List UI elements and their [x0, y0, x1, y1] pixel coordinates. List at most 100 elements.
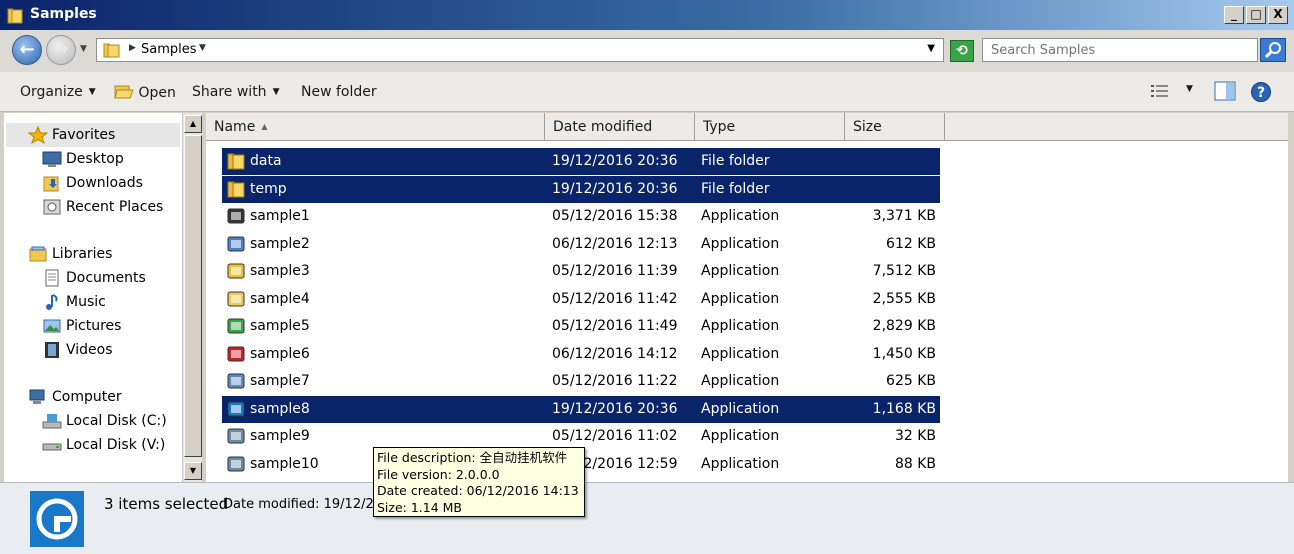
search-box[interactable] — [982, 38, 1258, 62]
nav-computer[interactable]: Computer — [28, 388, 122, 406]
view-options-dropdown[interactable]: ▼ — [1186, 84, 1193, 94]
folder-icon — [103, 43, 120, 58]
nav-music-label: Music — [66, 294, 106, 310]
nav-recent-places[interactable]: Recent Places — [42, 198, 163, 216]
open-button[interactable]: Open — [114, 84, 176, 101]
navigation-scrollbar[interactable]: ▲ ▼ — [182, 113, 202, 482]
music-icon — [46, 294, 58, 310]
file-name: data — [250, 153, 282, 169]
nav-documents-label: Documents — [66, 270, 146, 286]
application-icon — [227, 373, 245, 389]
minimize-button[interactable]: _ — [1224, 6, 1244, 24]
file-row[interactable]: sample3 05/12/2016 11:39 Application 7,512 … — [222, 258, 940, 285]
documents-icon — [45, 269, 59, 287]
address-bar[interactable]: ▶ Samples ▼ ▼ — [96, 38, 944, 62]
scroll-up-icon[interactable]: ▲ — [184, 115, 202, 133]
application-icon — [227, 401, 245, 416]
nav-pictures-label: Pictures — [66, 318, 122, 334]
sort-ascending-icon: ▲ — [261, 122, 268, 131]
star-icon — [28, 126, 48, 144]
file-date-modified: 05/12/2016 11:02 — [552, 428, 678, 444]
file-row[interactable]: sample5 05/12/2016 11:49 Application 2,829 … — [222, 313, 940, 340]
column-header-date[interactable]: Date modified — [545, 113, 695, 141]
file-list: Name ▲ Date modified Type Size data 19/12/… — [206, 113, 1288, 482]
file-name: sample6 — [250, 345, 310, 362]
column-date-label: Date modified — [553, 119, 653, 135]
file-name: sample9 — [250, 428, 310, 444]
scroll-down-icon[interactable]: ▼ — [184, 462, 202, 480]
file-row[interactable]: sample2 06/12/2016 12:13 Application 612 KB — [222, 231, 940, 258]
open-label: Open — [138, 85, 176, 101]
file-type: Application — [701, 373, 780, 389]
desktop-icon — [42, 151, 62, 167]
file-row[interactable]: sample9 05/12/2016 11:02 Application 32 KB — [222, 423, 940, 450]
file-size: 1,450 KB — [872, 345, 936, 362]
file-row[interactable]: data 19/12/2016 20:36 File folder — [222, 148, 940, 175]
column-header-size[interactable]: Size — [845, 113, 945, 141]
file-row[interactable]: sample8 19/12/2016 20:36 Application 1,168 … — [222, 395, 940, 423]
nav-music[interactable]: Music — [42, 293, 106, 311]
tooltip-size: Size: 1.14 MB — [377, 499, 463, 515]
nav-documents[interactable]: Documents — [42, 269, 146, 287]
application-icon — [227, 236, 245, 251]
tooltip-description: File description: 全自动挂机软件 — [377, 450, 568, 465]
address-history-dropdown-icon[interactable]: ▼ — [927, 43, 935, 54]
nav-libraries[interactable]: Libraries — [28, 245, 112, 263]
column-header-type[interactable]: Type — [695, 113, 845, 141]
preview-pane-button[interactable] — [1214, 81, 1236, 105]
maximize-button[interactable]: □ — [1246, 6, 1266, 24]
tooltip-date-created: Date created: 06/12/2016 14:13 — [377, 483, 579, 498]
file-name: sample1 — [250, 208, 310, 224]
forward-arrow-icon: → — [53, 39, 69, 60]
nav-local-disk-v-label: Local Disk (V:) — [66, 437, 166, 453]
nav-pictures[interactable]: Pictures — [42, 317, 121, 335]
nav-downloads[interactable]: Downloads — [42, 174, 143, 192]
column-header-name[interactable]: Name ▲ — [206, 113, 545, 141]
close-button[interactable]: X — [1268, 6, 1288, 24]
file-row[interactable]: temp 19/12/2016 20:36 File folder — [222, 175, 940, 203]
breadcrumb-samples[interactable]: Samples — [141, 42, 197, 57]
recent-pages-dropdown[interactable]: ▼ — [80, 44, 87, 54]
help-button[interactable]: ? — [1250, 81, 1272, 107]
file-name: sample3 — [250, 263, 310, 279]
organize-menu[interactable]: Organize ▼ — [20, 84, 96, 100]
breadcrumb-separator[interactable]: ▶ — [129, 43, 136, 53]
refresh-button[interactable]: ⟲ — [950, 40, 974, 62]
file-type: Application — [701, 345, 780, 362]
tooltip-version: File version: 2.0.0.0 — [377, 466, 500, 482]
file-date-modified: 19/12/2016 20:36 — [552, 153, 678, 169]
file-row[interactable]: sample6 06/12/2016 14:12 Application 1,450 … — [222, 341, 940, 368]
nav-videos[interactable]: Videos — [42, 341, 113, 359]
file-size: 3,371 KB — [872, 208, 936, 224]
share-with-menu[interactable]: Share with ▼ — [192, 84, 279, 100]
breadcrumb-dropdown-icon[interactable]: ▼ — [199, 43, 206, 53]
scrollbar-thumb[interactable] — [184, 135, 202, 457]
file-type: Application — [701, 263, 780, 279]
file-row[interactable]: sample4 05/12/2016 11:42 Application 2,555 … — [222, 286, 940, 313]
search-button[interactable] — [1260, 38, 1286, 62]
file-size: 612 KB — [886, 235, 936, 252]
nav-local-disk-v[interactable]: Local Disk (V:) — [42, 436, 165, 454]
file-row[interactable]: sample7 05/12/2016 11:22 Application 625 KB — [222, 368, 940, 395]
drive-icon — [42, 443, 62, 451]
file-row[interactable]: sample1 05/12/2016 15:38 Application 3,371 … — [222, 203, 940, 230]
file-type: Application — [701, 290, 780, 307]
search-input[interactable] — [983, 39, 1253, 61]
file-type: File folder — [701, 153, 770, 169]
application-icon — [227, 291, 245, 306]
nav-local-disk-c-label: Local Disk (C:) — [66, 413, 167, 429]
nav-local-disk-c[interactable]: Local Disk (C:) — [42, 412, 167, 430]
column-name-label: Name — [214, 119, 256, 135]
change-view-button[interactable] — [1150, 83, 1172, 103]
column-size-label: Size — [853, 119, 882, 135]
back-button[interactable]: ← — [12, 35, 42, 65]
nav-desktop[interactable]: Desktop — [42, 150, 124, 168]
nav-favorites[interactable]: Favorites — [28, 126, 115, 144]
command-bar: Organize ▼ Open Share with ▼ New folder ▼ … — [0, 72, 1294, 112]
file-name: sample5 — [250, 318, 310, 334]
forward-button[interactable]: → — [46, 35, 76, 65]
file-date-modified: 19/12/2016 20:36 — [552, 400, 678, 417]
back-arrow-icon: ← — [19, 39, 35, 60]
new-folder-button[interactable]: New folder — [301, 84, 377, 100]
selected-count: 3 items selected — [104, 495, 229, 513]
